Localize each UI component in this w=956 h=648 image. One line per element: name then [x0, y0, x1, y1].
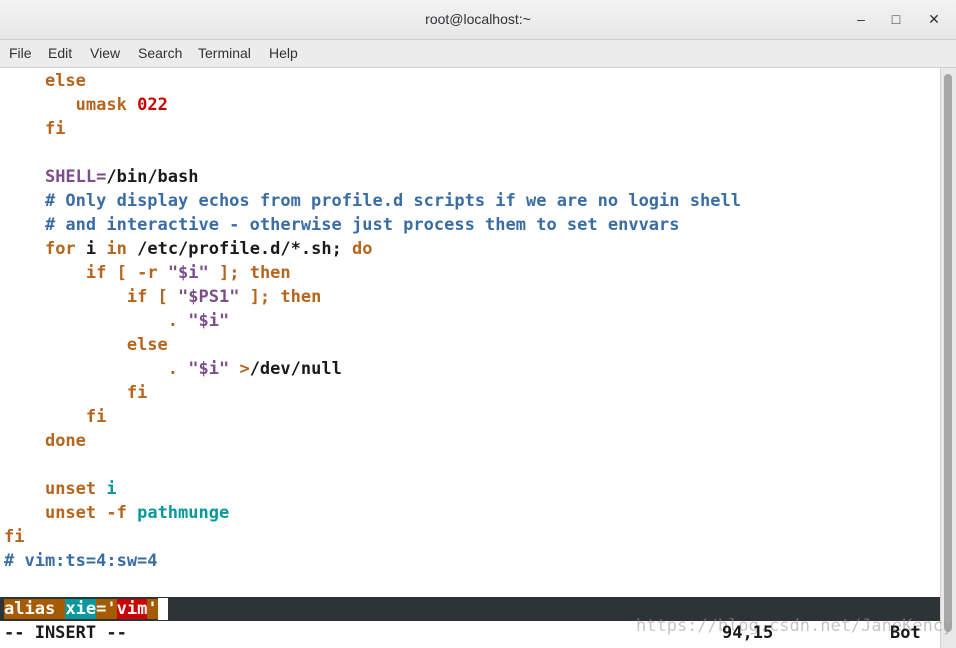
code-line: unset -f pathmunge [4, 501, 229, 525]
code-token: "$i" [157, 263, 219, 283]
window-title: root@localhost:~ [425, 11, 531, 27]
code-token: do [352, 239, 373, 259]
code-line: . "$i" [4, 309, 229, 333]
code-line: # Only display echos from profile.d scri… [4, 189, 741, 213]
code-token: . [167, 311, 189, 331]
minimize-button[interactable]: – [852, 10, 870, 28]
cmd-token: ' [147, 599, 158, 619]
code-token: in [106, 239, 127, 259]
code-token: /bin/bash [106, 167, 199, 187]
scrollbar-thumb[interactable] [944, 74, 952, 632]
code-line: fi [4, 405, 106, 429]
code-token: else [44, 71, 86, 91]
text-cursor [157, 598, 168, 620]
code-token: /etc/profile.d/*.sh; [126, 239, 353, 259]
code-token: done [44, 431, 86, 451]
code-token: "$i" [188, 311, 230, 331]
code-token: i [75, 239, 107, 259]
code-line: SHELL=/bin/bash [4, 165, 199, 189]
menu-view[interactable]: View [90, 45, 120, 61]
code-token: /dev/null [249, 359, 342, 379]
code-token: i [96, 479, 117, 499]
code-comment: # Only display echos from profile.d scri… [44, 191, 741, 211]
code-line: else [4, 333, 168, 357]
code-token: then [280, 287, 322, 307]
code-token: umask [75, 95, 127, 115]
code-line: for i in /etc/profile.d/*.sh; do [4, 237, 373, 261]
code-token: fi [44, 119, 66, 139]
title-bar: root@localhost:~ – □ ✕ [0, 0, 956, 40]
cmd-token: alias [4, 599, 56, 619]
code-token: [ [147, 287, 179, 307]
code-token: if [85, 263, 107, 283]
menu-terminal[interactable]: Terminal [198, 45, 251, 61]
code-line: fi [4, 381, 147, 405]
code-token: else [126, 335, 168, 355]
mode-indicator: -- INSERT -- [4, 623, 127, 643]
cmd-token: xie [65, 599, 97, 619]
scroll-indicator: Bot [890, 623, 921, 643]
code-line: # vim:ts=4:sw=4 [4, 549, 158, 573]
code-comment: # vim:ts=4:sw=4 [4, 551, 158, 571]
menu-bar: File Edit View Search Terminal Help [0, 40, 956, 68]
code-line: # and interactive - otherwise just proce… [4, 213, 680, 237]
code-token: unset [44, 503, 97, 523]
code-token: 022 [137, 95, 168, 115]
code-token: fi [126, 383, 148, 403]
code-line: umask 022 [4, 93, 168, 117]
code-line: unset i [4, 477, 117, 501]
code-token: [ [106, 263, 138, 283]
code-token: ]; then [219, 263, 291, 283]
cmd-token: vim [116, 599, 148, 619]
menu-search[interactable]: Search [138, 45, 182, 61]
code-token: unset [44, 479, 97, 499]
code-token: pathmunge [126, 503, 230, 523]
code-line: else [4, 69, 86, 93]
code-comment: # and interactive - otherwise just proce… [44, 215, 680, 235]
code-token: . [167, 359, 189, 379]
code-token: fi [4, 527, 25, 547]
close-button[interactable]: ✕ [925, 10, 943, 28]
code-line: fi [4, 525, 24, 549]
code-token: -f [96, 503, 127, 523]
code-token: -r [137, 263, 158, 283]
command-line[interactable]: alias xie='vim' [4, 597, 168, 621]
code-line: if [ -r "$i" ]; then [4, 261, 291, 285]
code-line: done [4, 429, 86, 453]
cmd-token: =' [96, 599, 117, 619]
code-line: . "$i" >/dev/null [4, 357, 342, 381]
code-token: if [126, 287, 148, 307]
code-line: fi [4, 117, 65, 141]
code-token: fi [85, 407, 107, 427]
terminal-area[interactable]: else umask 022 fi SHELL=/bin/bash # Only… [0, 68, 940, 648]
cursor-position: 94,15 [722, 623, 774, 643]
menu-edit[interactable]: Edit [48, 45, 72, 61]
maximize-button[interactable]: □ [887, 10, 905, 28]
code-line: if [ "$PS1" ]; then [4, 285, 322, 309]
code-token: "$PS1" [178, 287, 240, 307]
menu-file[interactable]: File [9, 45, 32, 61]
code-token: "$i" [188, 359, 230, 379]
code-token: ]; [239, 287, 281, 307]
menu-help[interactable]: Help [269, 45, 298, 61]
code-token: for [44, 239, 76, 259]
code-token: SHELL= [44, 167, 107, 187]
code-token: > [229, 359, 250, 379]
